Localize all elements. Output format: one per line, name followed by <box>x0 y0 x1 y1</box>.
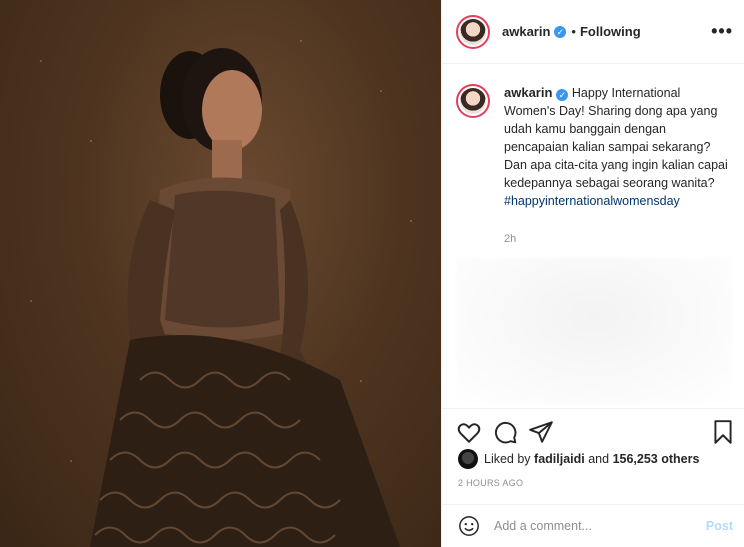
post-timestamp[interactable]: 2 HOURS AGO <box>458 478 523 488</box>
verified-badge-icon: ✓ <box>554 25 567 38</box>
bookmark-icon[interactable] <box>710 419 736 445</box>
separator-dot: • <box>571 24 576 39</box>
liked-by-label: Liked by <box>484 452 531 466</box>
comment-bar: Post <box>442 504 744 547</box>
post-button[interactable]: Post <box>706 519 733 533</box>
action-bar <box>442 408 744 452</box>
likes-summary: Liked by fadiljaidi and 156,253 others <box>458 449 699 469</box>
verified-badge-icon: ✓ <box>556 89 569 101</box>
heart-icon[interactable] <box>456 419 482 445</box>
emoji-icon[interactable] <box>458 515 480 537</box>
comment-input[interactable] <box>494 519 694 533</box>
likes-count-link[interactable]: 156,253 others <box>613 452 700 466</box>
caption-body: Happy International Women's Day! Sharing… <box>504 86 728 190</box>
caption-timestamp[interactable]: 2h <box>504 233 516 245</box>
post-photo[interactable] <box>0 0 441 547</box>
more-icon[interactable]: ••• <box>711 22 733 40</box>
caption: awkarin ✓ Happy International Women's Day… <box>456 84 736 210</box>
woman-seated-figure <box>90 48 400 547</box>
caption-avatar[interactable] <box>456 84 490 118</box>
username-link[interactable]: awkarin <box>502 24 550 39</box>
liker-username-link[interactable]: fadiljaidi <box>534 452 585 466</box>
comments-area <box>456 258 731 403</box>
following-button[interactable]: Following <box>580 24 641 39</box>
and-label: and <box>588 452 610 466</box>
avatar[interactable] <box>456 14 490 49</box>
post-header: awkarin ✓ • Following ••• <box>442 0 744 64</box>
comment-icon[interactable] <box>492 419 518 445</box>
caption-text: awkarin ✓ Happy International Women's Day… <box>504 84 734 210</box>
caption-username-link[interactable]: awkarin <box>504 85 552 100</box>
share-icon[interactable] <box>528 419 554 445</box>
post-side-panel: awkarin ✓ • Following ••• awkarin ✓ Happy… <box>441 0 744 547</box>
liker-avatar[interactable] <box>458 449 478 469</box>
instagram-post: awkarin ✓ • Following ••• awkarin ✓ Happy… <box>0 0 744 547</box>
hashtag-link[interactable]: #happyinternationalwomensday <box>504 192 734 210</box>
